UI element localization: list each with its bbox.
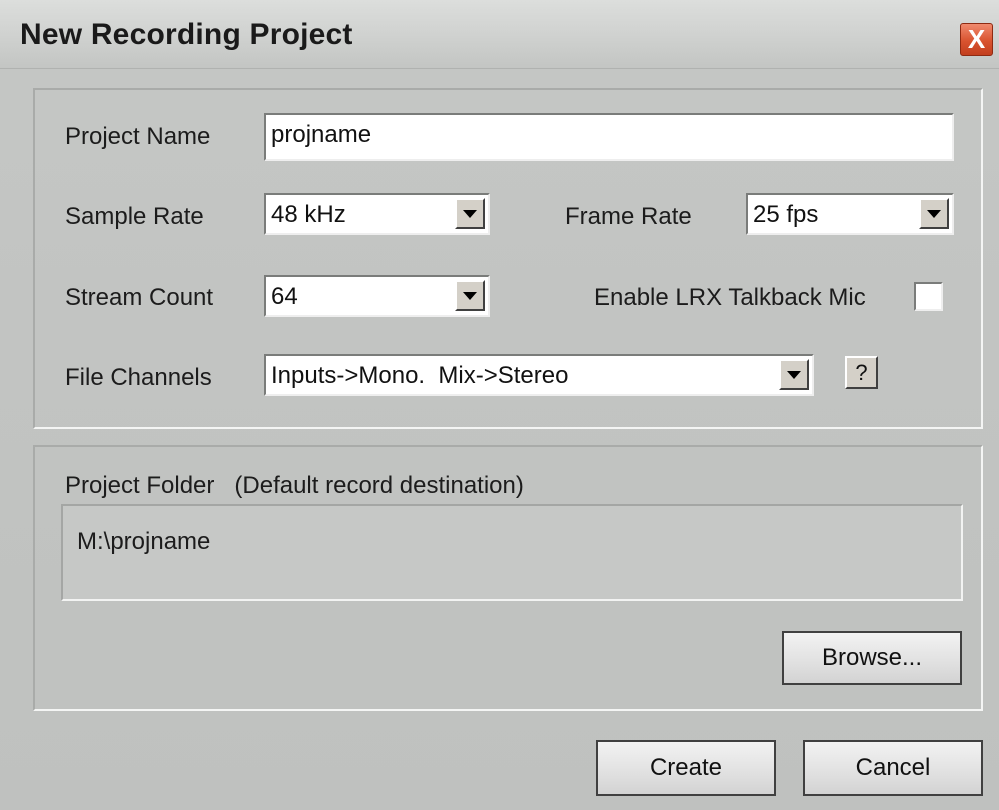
sample-rate-dropdown-button[interactable]: [455, 198, 485, 229]
stream-count-dropdown-button[interactable]: [455, 280, 485, 311]
project-name-value: projname: [271, 121, 372, 148]
frame-rate-select[interactable]: 25 fps: [746, 193, 954, 235]
chevron-down-icon: [927, 210, 941, 218]
stream-count-label: Stream Count: [65, 284, 214, 311]
sample-rate-label: Sample Rate: [65, 203, 204, 230]
close-icon: X: [967, 24, 986, 54]
file-channels-select[interactable]: Inputs->Mono. Mix->Stereo: [264, 354, 814, 396]
sample-rate-value: 48 kHz: [271, 201, 346, 228]
create-button[interactable]: Create: [596, 740, 776, 796]
chevron-down-icon: [463, 292, 477, 300]
file-channels-value: Inputs->Mono. Mix->Stereo: [271, 362, 569, 389]
sample-rate-select[interactable]: 48 kHz: [264, 193, 490, 235]
browse-button-label: Browse...: [821, 644, 923, 671]
stream-count-value: 64: [271, 283, 298, 310]
window-title: New Recording Project: [20, 18, 353, 51]
project-name-input[interactable]: projname: [264, 113, 954, 161]
stream-count-select[interactable]: 64: [264, 275, 490, 317]
frame-rate-label: Frame Rate: [565, 203, 692, 230]
project-name-label: Project Name: [65, 123, 211, 150]
file-channels-help-button[interactable]: ?: [845, 356, 878, 389]
close-button[interactable]: X: [960, 23, 993, 56]
cancel-button[interactable]: Cancel: [803, 740, 983, 796]
cancel-button-label: Cancel: [855, 754, 931, 781]
talkback-mic-checkbox[interactable]: [914, 282, 943, 311]
file-channels-dropdown-button[interactable]: [779, 359, 809, 390]
project-folder-path: M:\projname: [77, 528, 211, 555]
title-bar[interactable]: New Recording Project X: [0, 0, 999, 69]
create-button-label: Create: [649, 754, 723, 781]
file-channels-label: File Channels: [65, 364, 212, 391]
talkback-mic-label: Enable LRX Talkback Mic: [594, 284, 866, 311]
browse-button[interactable]: Browse...: [782, 631, 962, 685]
project-folder-label: Project Folder (Default record destinati…: [65, 472, 524, 499]
new-recording-project-dialog: New Recording Project X Project Name pro…: [0, 0, 999, 810]
frame-rate-dropdown-button[interactable]: [919, 198, 949, 229]
frame-rate-value: 25 fps: [753, 201, 819, 228]
chevron-down-icon: [463, 210, 477, 218]
project-folder-path-box: M:\projname: [61, 504, 963, 601]
chevron-down-icon: [787, 371, 801, 379]
